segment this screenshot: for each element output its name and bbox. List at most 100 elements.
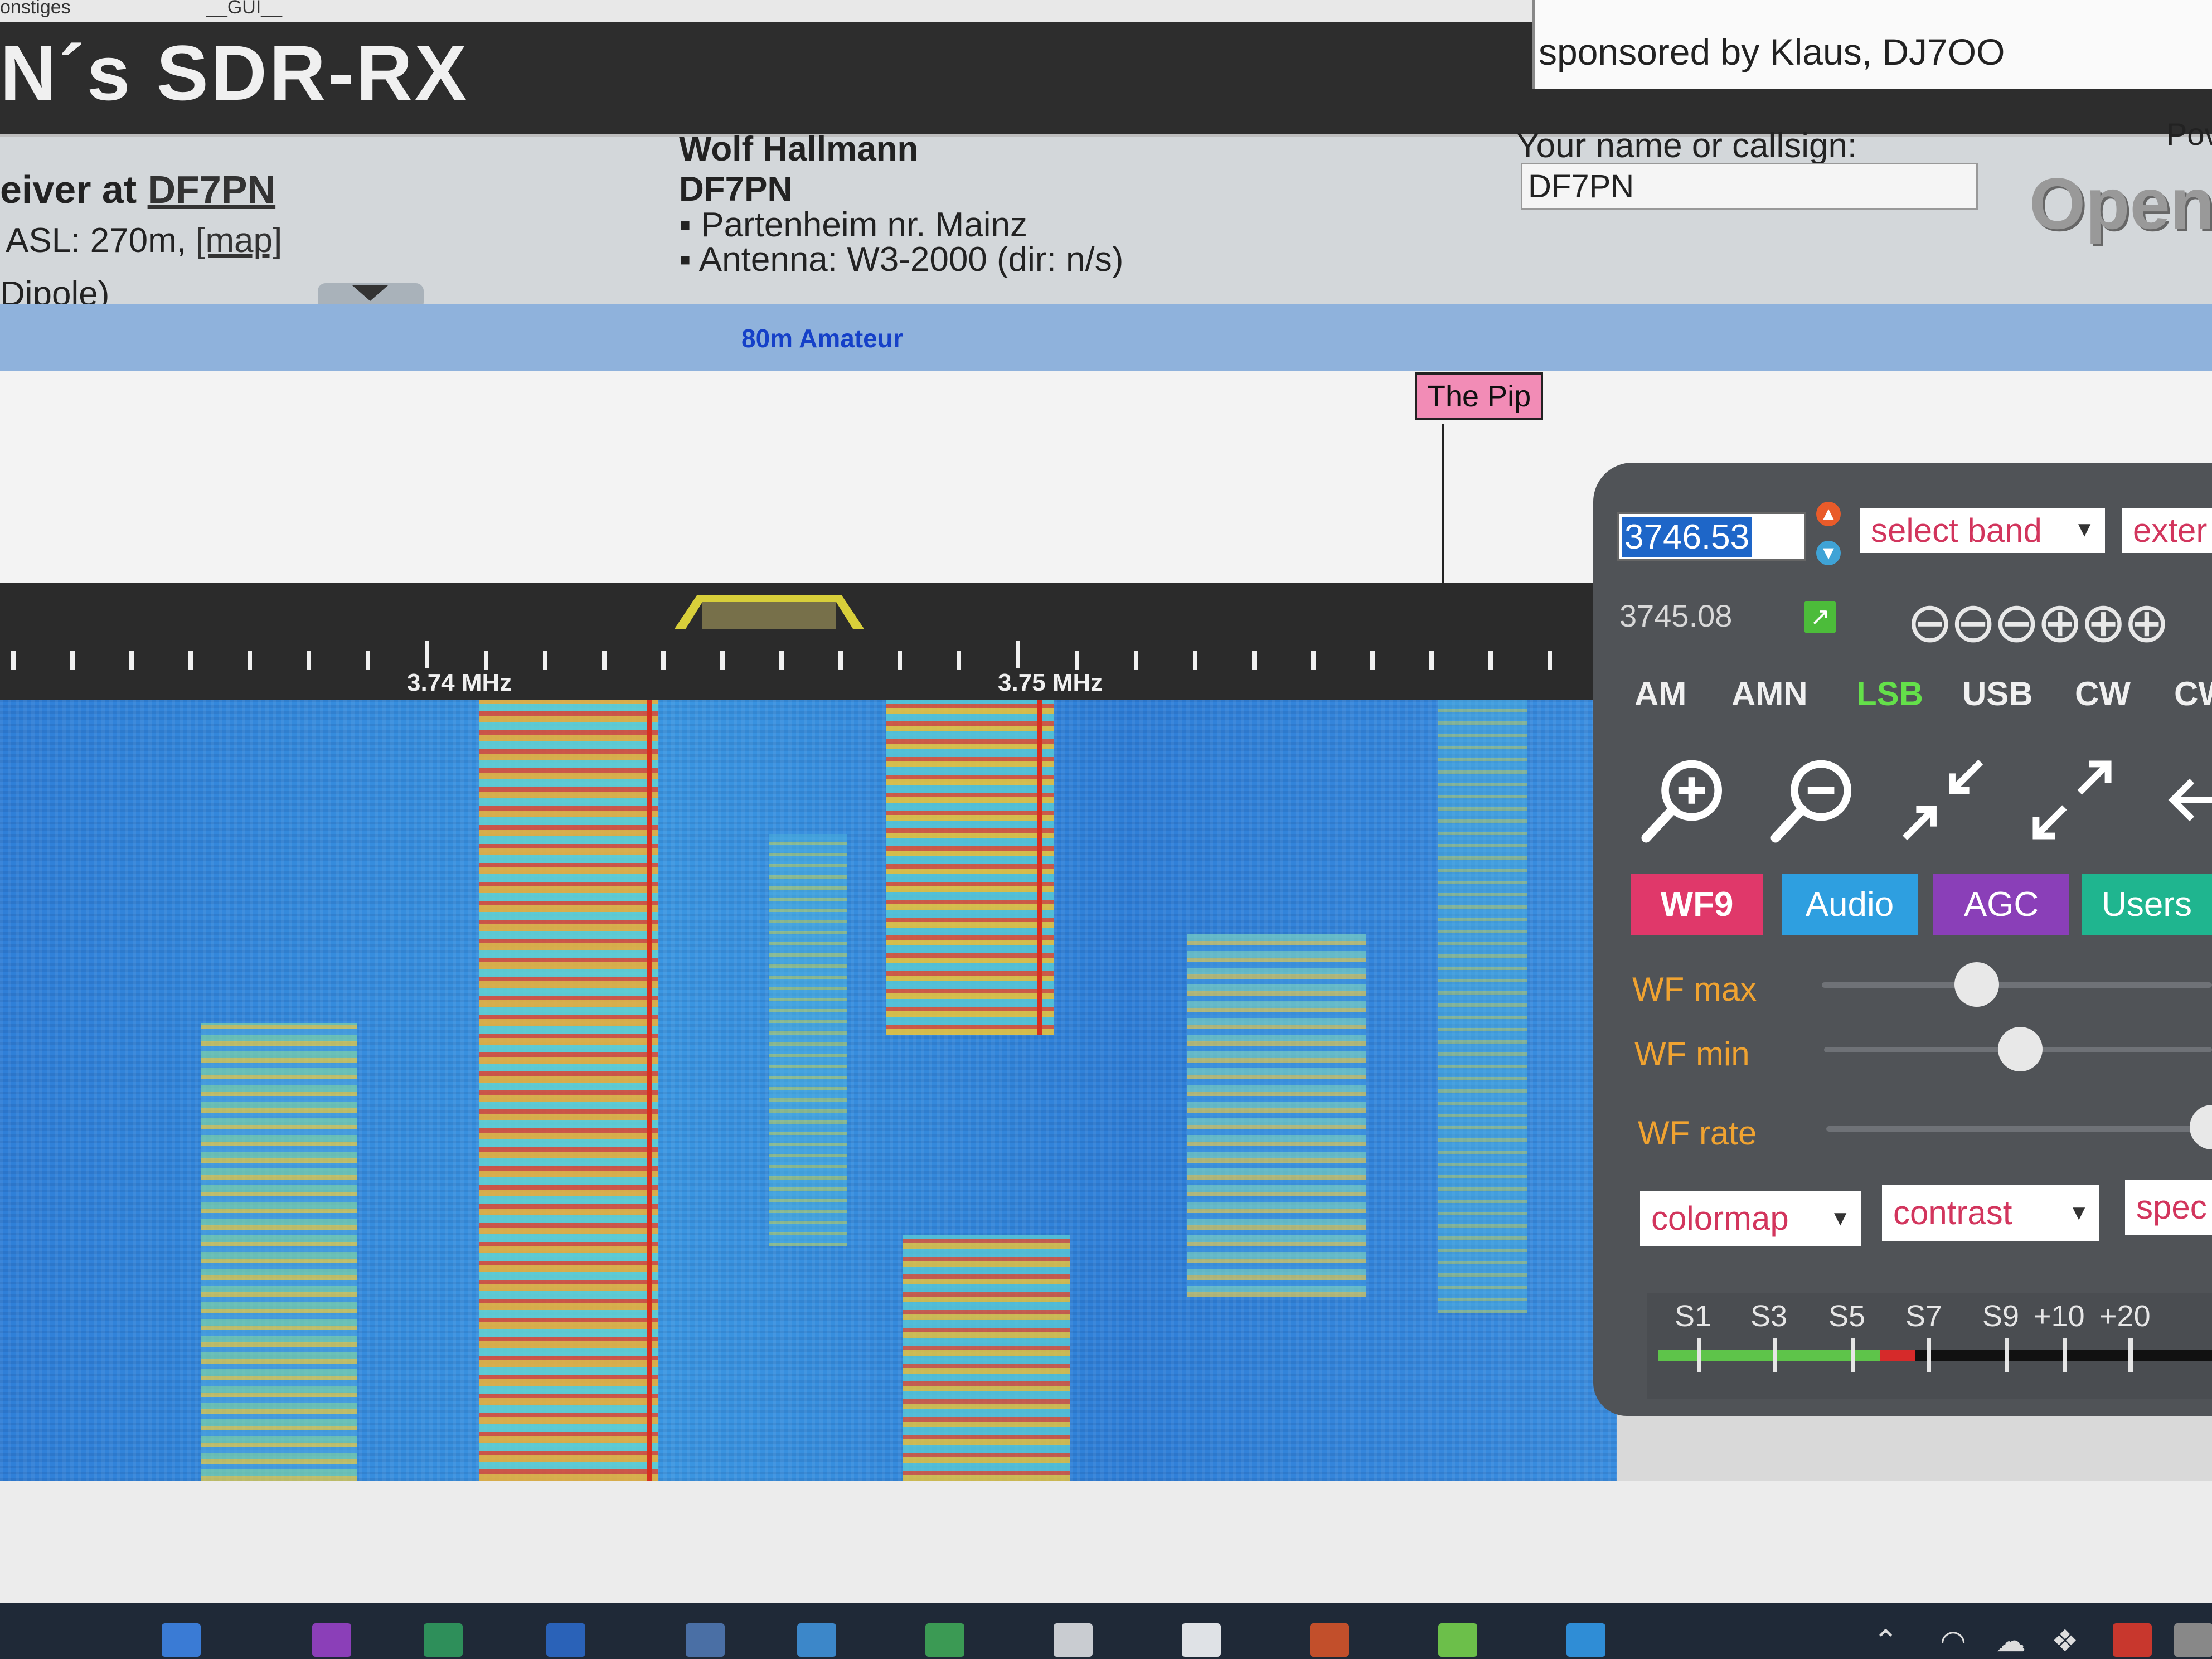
mode-amn-button[interactable]: AMN <box>1731 675 1808 713</box>
last-frequency[interactable]: 3745.08 <box>1619 598 1732 634</box>
colormap-select[interactable]: colormap ▼ <box>1640 1191 1861 1246</box>
mode-lsb-button[interactable]: LSB <box>1856 675 1923 713</box>
scale-label: 3.75 MHz <box>998 669 1103 696</box>
taskbar-app-icon[interactable] <box>424 1623 463 1657</box>
colormap-select-value: colormap <box>1651 1200 1789 1237</box>
tab-wf[interactable]: WF9 <box>1631 874 1763 935</box>
scale-tick <box>1252 651 1257 670</box>
wf-min-slider-knob[interactable] <box>1998 1027 2043 1071</box>
zoom-out-icon[interactable] <box>1766 753 1861 847</box>
zoom-step-buttons[interactable]: ⊖⊖⊖⊕⊕⊕ <box>1907 590 2170 655</box>
antenna-text: Antenna: W3-2000 (dir: n/s) <box>698 240 1124 279</box>
s-meter-level <box>1658 1350 1880 1361</box>
scale-tick <box>1016 641 1020 668</box>
cloud-icon[interactable]: ☁ <box>1996 1623 2035 1658</box>
scale-tick <box>1311 651 1316 670</box>
signal-trace <box>769 834 847 1246</box>
station-marker[interactable]: The Pip <box>1415 372 1544 420</box>
scale-tick <box>307 651 311 670</box>
signal-carrier <box>647 700 652 1481</box>
scale-label: 3.74 MHz <box>407 669 512 696</box>
taskbar-app-icon[interactable] <box>312 1623 351 1657</box>
taskbar-app-icon[interactable] <box>925 1623 964 1657</box>
mode-cw-button[interactable]: CW <box>2075 675 2131 713</box>
page-background <box>0 1481 2212 1603</box>
step-down-icon[interactable]: ▼ <box>1816 541 1841 565</box>
s-meter-label: S3 <box>1750 1299 1788 1333</box>
taskbar-app-icon[interactable] <box>162 1623 201 1657</box>
wf-max-slider[interactable] <box>1822 982 2212 988</box>
s-meter-tick <box>1773 1338 1777 1372</box>
s-meter-peak <box>1880 1350 1915 1361</box>
extension-select[interactable]: exter <box>2122 508 2212 553</box>
scale-tick <box>1134 651 1138 670</box>
owner-name: Wolf Hallmann <box>679 130 919 168</box>
frequency-value[interactable]: 3746.53 <box>1622 517 1752 557</box>
wifi-icon[interactable]: ◠ <box>1940 1623 1979 1658</box>
scale-tick <box>661 651 666 670</box>
taskbar-app-icon[interactable] <box>1566 1623 1605 1657</box>
tab-users[interactable]: Users <box>2082 874 2212 935</box>
wf-rate-slider[interactable] <box>1826 1126 2212 1132</box>
frequency-link-icon[interactable]: ↗ <box>1804 601 1836 633</box>
signal-trace <box>201 1023 357 1481</box>
contrast-select[interactable]: contrast ▼ <box>1882 1185 2099 1241</box>
band-select[interactable]: select band ▼ <box>1860 508 2105 553</box>
wf-max-label: WF max <box>1632 971 1757 1008</box>
zoom-to-band-icon[interactable] <box>1895 753 1990 847</box>
zoom-full-icon[interactable] <box>2025 753 2119 847</box>
chevron-down-icon: ▼ <box>2074 518 2095 541</box>
band-bar <box>0 304 2212 371</box>
receiver-callsign-link[interactable]: DF7PN <box>148 168 275 211</box>
receiver-title: eiver at DF7PN <box>0 167 275 212</box>
owner-call: DF7PN <box>679 170 793 208</box>
scale-tick <box>720 651 725 670</box>
camera-icon[interactable] <box>1182 1623 1221 1657</box>
zoom-in-icon[interactable] <box>1637 753 1731 847</box>
tab-agc[interactable]: AGC <box>1933 874 2069 935</box>
taskbar-app-icon[interactable] <box>1054 1623 1093 1657</box>
mode-cwn-button[interactable]: CW <box>2174 675 2212 713</box>
scale-tick <box>1075 651 1079 670</box>
location-text: Partenheim nr. Mainz <box>701 206 1028 244</box>
wf-min-label: WF min <box>1634 1035 1750 1073</box>
s-meter-label: S7 <box>1905 1299 1943 1333</box>
dropbox-icon[interactable]: ❖ <box>2051 1623 2090 1658</box>
signal-trace <box>1438 700 1527 1313</box>
chevron-up-icon[interactable]: ⌃ <box>1873 1623 1912 1658</box>
scale-tick <box>366 651 370 670</box>
map-link[interactable]: [map] <box>196 221 282 260</box>
bookmark-item[interactable]: __GUI__ <box>206 0 282 18</box>
scale-tick <box>1370 651 1375 670</box>
taskbar-app-icon[interactable] <box>797 1623 836 1657</box>
waterfall-display[interactable] <box>0 700 1617 1481</box>
band-select-value: select band <box>1871 512 2042 549</box>
tray-app-icon[interactable] <box>2174 1623 2212 1657</box>
wf-max-slider-knob[interactable] <box>1954 962 1999 1007</box>
passband-marker[interactable] <box>669 590 870 634</box>
receiver-info-panel <box>0 137 2212 304</box>
floppy-icon[interactable] <box>546 1623 585 1657</box>
spec-select[interactable]: spec <box>2125 1180 2212 1235</box>
bookmark-item[interactable]: onstiges <box>0 0 71 18</box>
s-meter-tick <box>2063 1338 2067 1372</box>
signal-trace <box>479 700 658 1481</box>
tray-app-icon[interactable] <box>2113 1623 2152 1657</box>
mode-usb-button[interactable]: USB <box>1962 675 2033 713</box>
taskbar-app-icon[interactable] <box>1438 1623 1477 1657</box>
step-up-icon[interactable]: ▲ <box>1816 502 1841 526</box>
callsign-input[interactable] <box>1521 163 1978 210</box>
mode-am-button[interactable]: AM <box>1634 675 1686 713</box>
tab-audio[interactable]: Audio <box>1782 874 1918 935</box>
scale-tick <box>129 651 134 670</box>
scale-tick <box>1488 651 1493 670</box>
scale-tick <box>838 651 843 670</box>
band-label[interactable]: 80m Amateur <box>741 323 903 353</box>
openwebrx-logo[interactable]: OpenW <box>2029 162 2212 245</box>
powered-label: Pov <box>2166 117 2212 152</box>
taskbar-app-icon[interactable] <box>686 1623 725 1657</box>
taskbar-app-icon[interactable] <box>1310 1623 1349 1657</box>
back-arrow-icon[interactable] <box>2154 753 2212 847</box>
receiver-prefix: eiver at <box>0 168 148 211</box>
callsign-label: Your name or callsign: <box>1516 127 1857 165</box>
